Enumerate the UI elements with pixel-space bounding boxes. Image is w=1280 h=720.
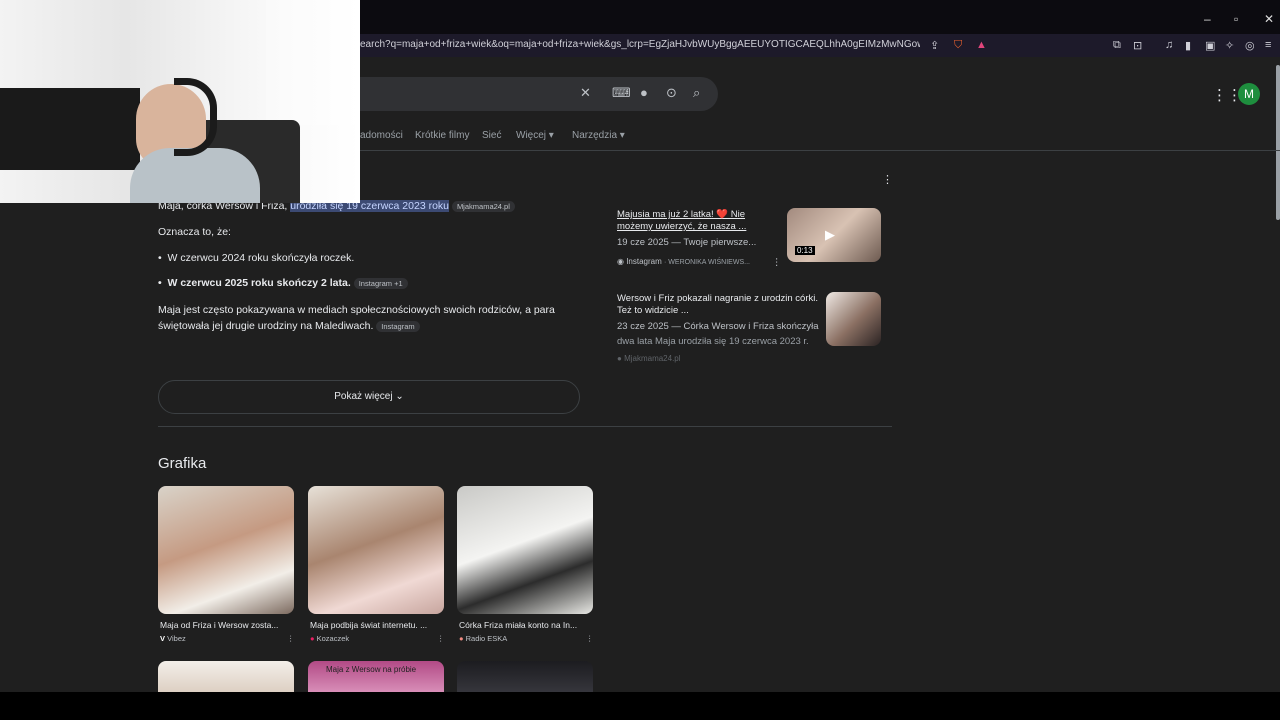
images-heading: Grafika	[158, 455, 207, 472]
card-menu-icon[interactable]: ⋮	[772, 257, 782, 268]
tab-short-videos[interactable]: Krótkie filmy	[415, 130, 469, 141]
ai-icon[interactable]: ✧	[1225, 39, 1234, 52]
avatar[interactable]: M	[1238, 83, 1260, 105]
extensions-icon[interactable]: ⧉	[1113, 39, 1121, 52]
share-icon[interactable]: ⇪	[930, 39, 939, 52]
source-title-1a[interactable]: Majusia ma już 2 latka! ❤️ Nie	[617, 209, 745, 220]
article-thumbnail[interactable]	[826, 292, 881, 346]
answer-line-2: Oznacza to, że:	[158, 226, 231, 238]
video-thumbnail[interactable]: ▶ 0:13	[787, 208, 881, 262]
lens-icon[interactable]: ⊙	[666, 85, 677, 101]
answer-bullet-1: • W czerwcu 2024 roku skończyła roczek.	[158, 252, 355, 264]
microphone-icon[interactable]: ●	[640, 85, 648, 100]
search-input[interactable]: ✕ ⌨ ● ⊙ ⌕	[300, 77, 718, 111]
source-meta-2: 23 cze 2025 — Córka Wersow i Friza skońc…	[617, 321, 819, 332]
image-source-2: ● Kozaczek	[310, 634, 350, 643]
scrollbar[interactable]	[1276, 65, 1280, 220]
image-source-3: ● Radio ESKA	[459, 634, 508, 643]
brave-shield-icon[interactable]: ⛉	[954, 39, 962, 52]
image-result-5[interactable]: Maja z Wersow na próbie	[308, 661, 444, 692]
instagram-chip-2[interactable]: Instagram	[376, 320, 420, 332]
image-source-1: V Vibez	[160, 634, 186, 643]
tab-web[interactable]: Sieć	[482, 130, 501, 141]
webcam-overlay	[0, 0, 360, 203]
minimize-icon[interactable]: –	[1204, 12, 1211, 26]
answer-paragraph-1: Maja jest często pokazywana w mediach sp…	[158, 304, 555, 316]
section-divider	[158, 426, 892, 427]
wallet-icon[interactable]: ▣	[1205, 39, 1215, 52]
source-chip[interactable]: Mjakmama24.pl	[451, 200, 515, 212]
rewards-icon[interactable]: ▲	[976, 39, 987, 51]
window-blinds	[266, 0, 360, 125]
instagram-chip[interactable]: Instagram +1	[353, 277, 408, 289]
bottom-bar	[0, 692, 1280, 720]
tab-more[interactable]: Więcej ▾	[516, 130, 554, 141]
acoustic-panel	[0, 88, 140, 170]
image-menu-icon[interactable]: ⋮	[437, 634, 445, 643]
source-meta-2b: dwa lata Maja urodziła się 19 czerwca 20…	[617, 336, 809, 347]
close-icon[interactable]: ✕	[1264, 12, 1274, 26]
source-title-1b[interactable]: możemy uwierzyć, że nasza ...	[617, 221, 746, 232]
image-result-6[interactable]	[457, 661, 593, 692]
video-duration: 0:13	[795, 246, 815, 255]
music-icon[interactable]: ♫	[1165, 39, 1173, 51]
image-menu-icon[interactable]: ⋮	[287, 634, 295, 643]
image-result-4[interactable]	[158, 661, 294, 692]
image-caption-2[interactable]: Maja podbija świat internetu. ...	[310, 620, 446, 630]
image-result-1[interactable]	[158, 486, 294, 614]
vpn-icon[interactable]: ◎	[1245, 39, 1255, 52]
keyboard-icon[interactable]: ⌨	[612, 85, 631, 101]
search-icon[interactable]: ⌕	[693, 85, 700, 101]
source-site-1: ◉ Instagram · WERONIKA WIŚNIEWS...	[617, 257, 750, 266]
image-result-3[interactable]	[457, 486, 593, 614]
sidebar-icon[interactable]: ▮	[1185, 39, 1191, 52]
tab-news[interactable]: adomości	[360, 130, 403, 141]
more-options-icon[interactable]: ⋮	[882, 173, 893, 186]
answer-bullet-2: • W czerwcu 2025 roku skończy 2 lata. In…	[158, 277, 408, 289]
tab-icon[interactable]: ⊡	[1133, 39, 1142, 52]
clear-icon[interactable]: ✕	[580, 85, 591, 101]
person-shirt	[130, 148, 260, 203]
play-icon: ▶	[825, 227, 835, 242]
source-title-2b[interactable]: Też to widzicie ...	[617, 305, 689, 316]
restore-icon[interactable]: ▫	[1234, 12, 1238, 26]
show-more-button[interactable]: Pokaż więcej ⌄	[158, 380, 580, 414]
source-meta-1: 19 cze 2025 — Twoje pierwsze...	[617, 237, 757, 248]
answer-paragraph-2: świętowała jej drugie urodziny na Maledi…	[158, 320, 420, 332]
menu-icon[interactable]: ≡	[1265, 39, 1271, 51]
tab-tools[interactable]: Narzędzia ▾	[572, 130, 625, 141]
image-menu-icon[interactable]: ⋮	[586, 634, 594, 643]
source-title-2a[interactable]: Wersow i Friz pokazali nagranie z urodzi…	[617, 293, 818, 304]
url-text[interactable]: earch?q=maja+od+friza+wiek&oq=maja+od+fr…	[360, 39, 920, 50]
image-overlay-text: Maja z Wersow na próbie	[326, 665, 417, 674]
image-caption-3[interactable]: Córka Friza miała konto na In...	[459, 620, 595, 630]
headphones	[174, 78, 217, 156]
image-result-2[interactable]	[308, 486, 444, 614]
image-caption-1[interactable]: Maja od Friza i Wersow zosta...	[160, 620, 296, 630]
source-site-2: ● Mjakmama24.pl	[617, 354, 681, 363]
